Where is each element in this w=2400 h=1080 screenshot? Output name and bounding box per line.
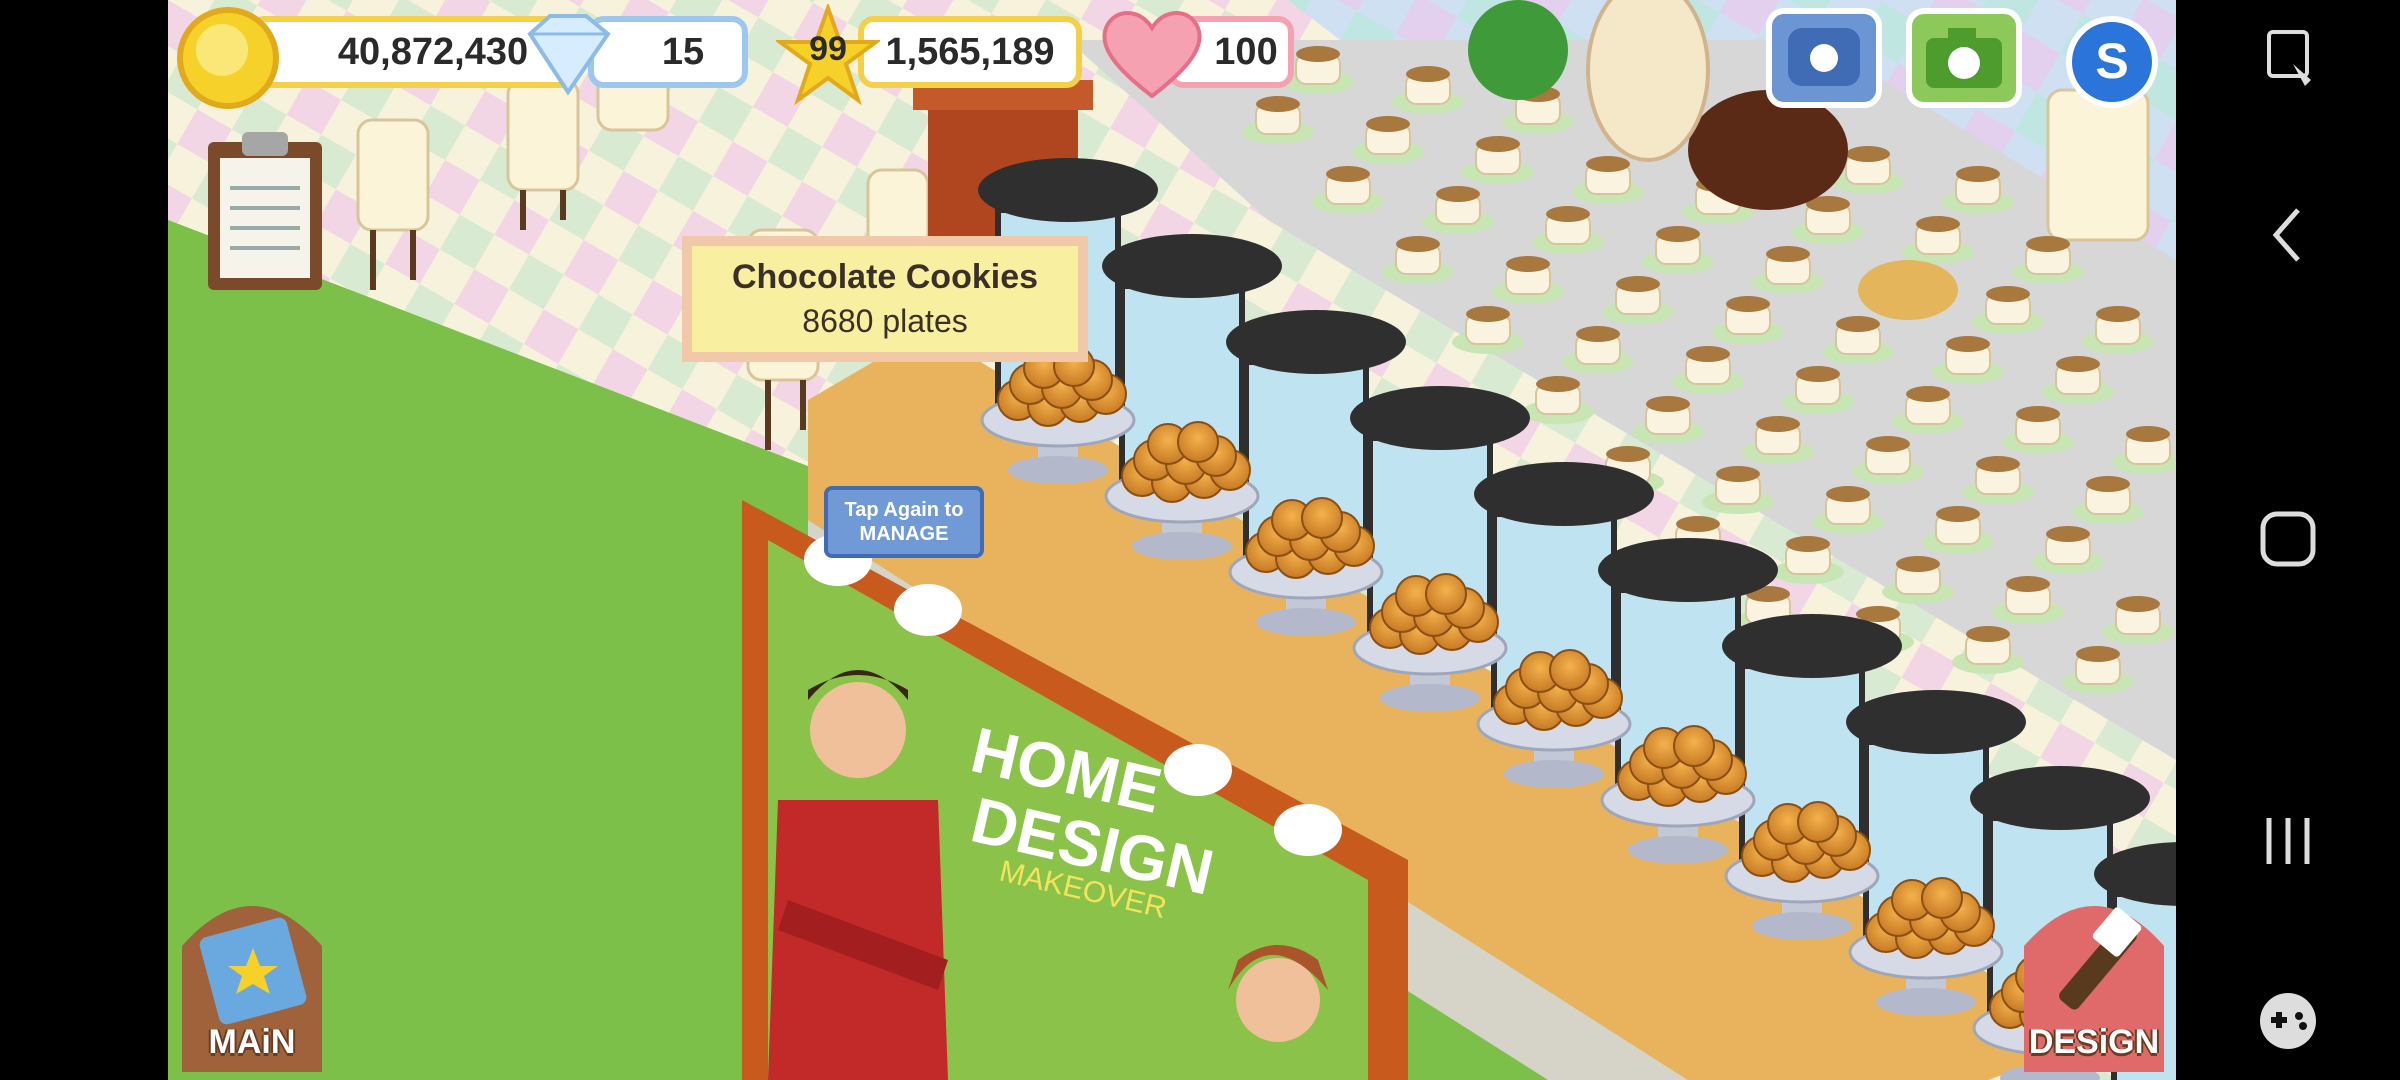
manage-hint-button[interactable]: Tap Again to MANAGE [824,486,984,558]
svg-text:S: S [2095,33,2128,89]
level-value: 99 [809,30,847,68]
game-controller-icon [2260,993,2316,1049]
back-icon [2272,208,2300,262]
tooltip-item-name: Chocolate Cookies [731,258,1039,296]
home-icon [2260,511,2316,567]
manage-hint-line1: Tap Again to [844,499,964,521]
xp-counter[interactable]: 1,565,189 [858,16,1082,88]
heart-icon [1102,11,1202,99]
item-tooltip: Chocolate Cookies 8680 plates [682,236,1088,362]
system-nav-bar [2176,0,2400,1080]
clipboard-button[interactable] [202,128,328,294]
game-tools-button[interactable] [2176,986,2400,1056]
back-button[interactable] [2176,200,2400,270]
game-viewport[interactable]: HOME DESIGN MAKEOVER 40,872,430 15 1,565… [168,0,2176,1080]
social-button[interactable]: S [2066,16,2158,108]
main-button-label: MAiN [208,1023,296,1061]
screen-rotate-icon [2267,30,2311,86]
screen-rotate-button[interactable] [2176,24,2400,94]
design-button-label: DESiGN [2028,1023,2160,1061]
home-button[interactable] [2176,504,2400,574]
camera-icon [1926,28,2002,88]
phone-icon [1788,28,1860,86]
coin-icon [177,7,279,109]
phone-button[interactable] [1766,8,1882,108]
social-s-icon: S [2095,33,2128,89]
recents-button[interactable] [2176,806,2400,876]
recents-icon [2266,818,2310,864]
restaurant-scene[interactable]: HOME DESIGN MAKEOVER [168,0,2176,1080]
design-button[interactable]: DESiGN [2020,876,2168,1072]
manage-hint-line2: MANAGE [859,523,949,545]
main-button[interactable]: MAiN [178,876,326,1072]
tooltip-item-amount: 8680 plates [802,303,968,339]
camera-button[interactable] [1906,8,2022,108]
diamond-icon [527,14,611,96]
